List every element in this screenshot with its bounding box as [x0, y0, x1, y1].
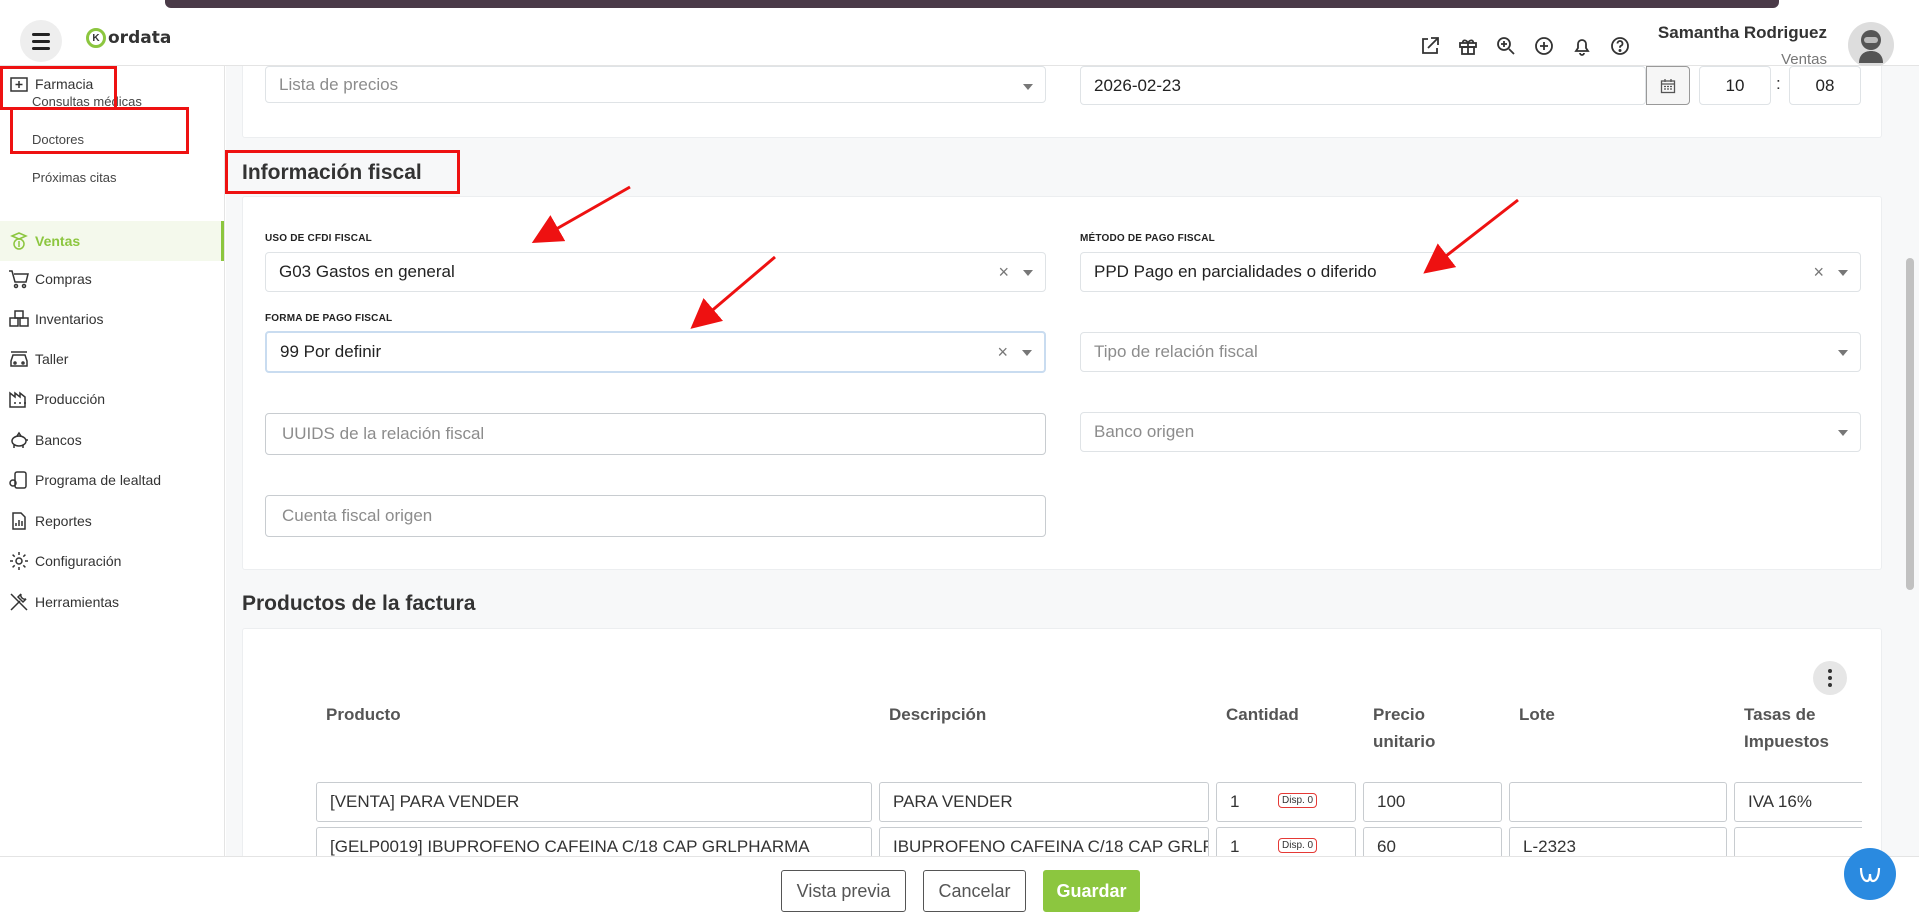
arrow-uso-cfdi — [531, 185, 631, 243]
arrow-forma-pago — [690, 255, 776, 329]
save-button[interactable]: Guardar — [1043, 870, 1140, 912]
arrow-metodo-pago — [1423, 198, 1519, 274]
footer-actions: Vista previa Cancelar Guardar — [0, 856, 1919, 922]
annotation-arrows — [531, 185, 1519, 329]
preview-button[interactable]: Vista previa — [781, 870, 906, 912]
chat-icon — [1859, 867, 1881, 883]
cancel-button[interactable]: Cancelar — [923, 870, 1026, 912]
chat-support-button[interactable] — [1844, 848, 1896, 900]
